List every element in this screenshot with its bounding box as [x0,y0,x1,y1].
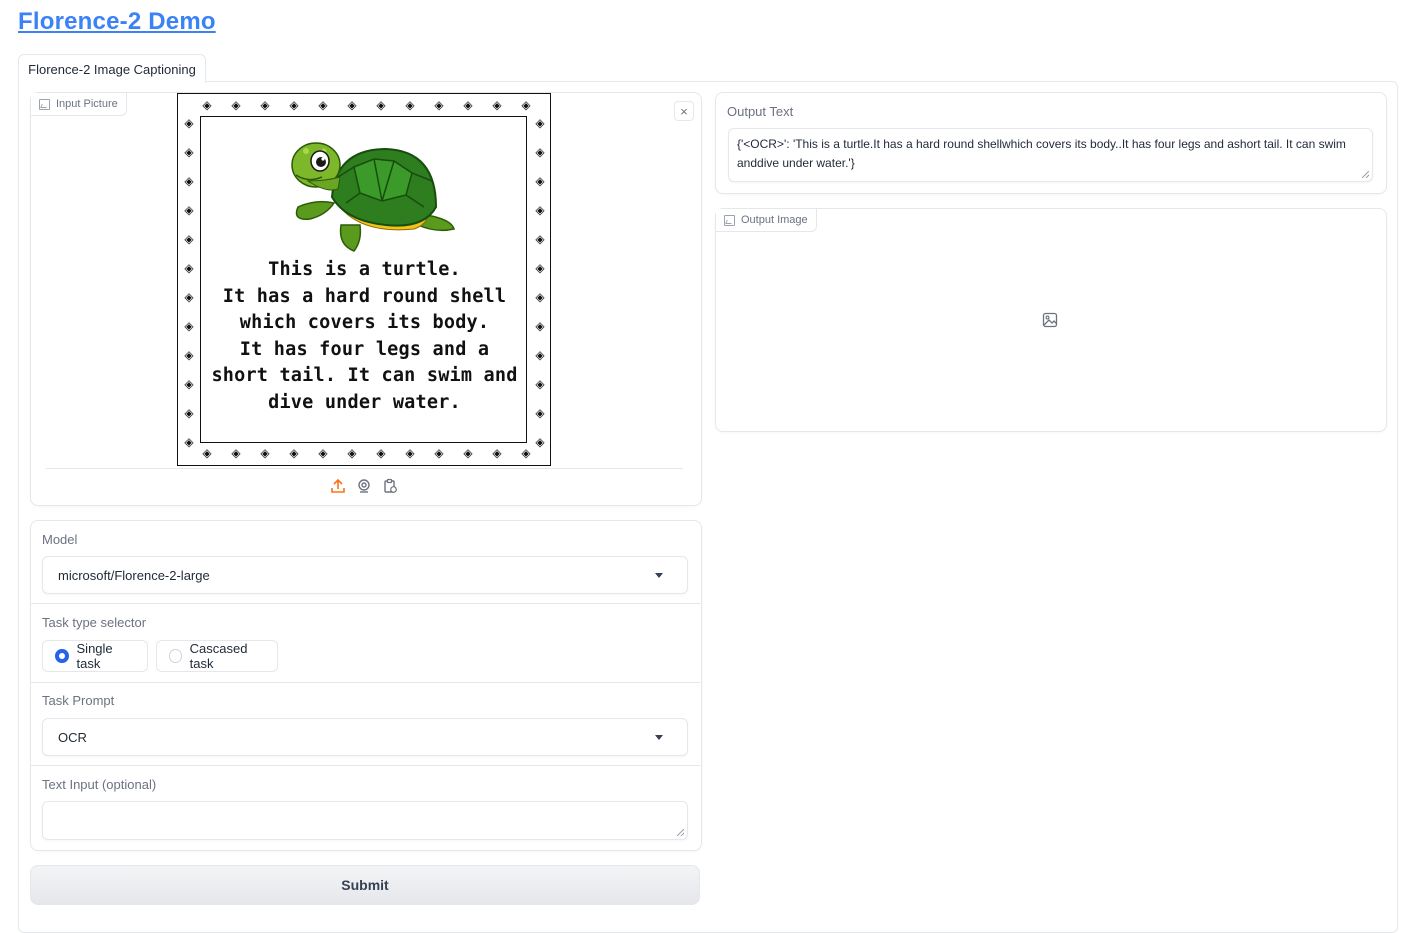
border-ornament: ◈ [535,290,545,304]
border-ornament: ◈ [231,446,241,460]
border-ornament: ◈ [184,290,194,304]
border-ornament: ◈ [521,446,531,460]
border-ornament: ◈ [376,446,386,460]
output-text-label: Output Text [727,104,794,119]
border-ornament: ◈ [463,98,473,112]
border-ornament: ◈ [535,348,545,362]
border-ornament: ◈ [318,446,328,460]
border-ornament: ◈ [535,232,545,246]
border-ornament: ◈ [463,446,473,460]
border-ornament: ◈ [184,232,194,246]
input-picture-label: Input Picture [31,93,127,116]
image-placeholder-icon [1042,312,1058,328]
input-image: ◈ ◈ ◈ ◈ ◈ ◈ ◈ ◈ ◈ ◈ ◈ ◈ ◈ ◈ ◈ ◈ ◈ ◈ ◈ ◈ ◈ ◈ ◈ ◈ ◈ ◈ ◈ ◈ ◈ ◈ ◈ ◈ ◈ ◈ ◈ ◈ ◈ ◈ ◈ ◈… [177,93,551,466]
model-label: Model [42,532,78,547]
border-ornament: ◈ [535,261,545,275]
border-ornament: ◈ [202,446,212,460]
caption-line: This is a turtle. [268,259,461,280]
section-divider [31,682,700,683]
border-ornament: ◈ [492,98,502,112]
border-ornament: ◈ [289,446,299,460]
caption-line: dive under water. [268,391,461,413]
chevron-down-icon [655,573,663,578]
border-ornament: ◈ [184,145,194,159]
border-ornament: ◈ [184,406,194,420]
caption-line: It has a hard round shell [222,285,507,307]
text-input-label: Text Input (optional) [42,777,157,792]
tab-image-captioning[interactable]: Florence-2 Image Captioning [18,54,206,83]
clipboard-icon[interactable] [382,478,398,494]
radio-single-task[interactable]: Single task [42,640,148,672]
caption-line: It has four legs and a [239,338,490,360]
task-prompt-value: OCR [58,729,87,745]
clear-image-button[interactable]: × [674,101,694,121]
image-icon [39,98,50,110]
radio-unselected-indicator [169,649,182,663]
resize-handle[interactable] [677,829,684,836]
webcam-icon[interactable] [356,478,372,494]
turtle-illustration [291,142,455,252]
section-divider [31,603,700,604]
border-ornament: ◈ [184,203,194,217]
border-ornament: ◈ [231,98,241,112]
border-ornament: ◈ [535,406,545,420]
border-ornament: ◈ [184,377,194,391]
output-text-value: {'<OCR>': 'This is a turtle.It has a har… [737,137,1346,170]
model-select-value: microsoft/Florence-2-large [58,567,210,583]
border-ornament: ◈ [347,98,357,112]
border-ornament: ◈ [184,348,194,362]
section-divider [31,765,700,766]
border-ornament: ◈ [434,446,444,460]
border-ornament: ◈ [535,203,545,217]
radio-label: Single task [76,641,113,671]
model-select[interactable]: microsoft/Florence-2-large [42,556,688,594]
image-caption-text: This is a turtle. It has a hard round sh… [201,257,528,416]
border-ornament: ◈ [535,435,545,449]
border-ornament: ◈ [318,98,328,112]
border-ornament: ◈ [184,116,194,130]
border-ornament: ◈ [434,98,444,112]
border-ornament: ◈ [405,98,415,112]
submit-button[interactable]: Submit [30,865,700,905]
chevron-down-icon [655,735,663,740]
border-ornament: ◈ [535,174,545,188]
border-ornament: ◈ [521,98,531,112]
border-ornament: ◈ [347,446,357,460]
border-ornament: ◈ [376,98,386,112]
output-image-label: Output Image [716,209,817,232]
border-ornament: ◈ [184,174,194,188]
border-ornament: ◈ [535,319,545,333]
page-title[interactable]: Florence-2 Demo [18,8,216,36]
border-ornament: ◈ [202,98,212,112]
task-type-label: Task type selector [42,615,147,630]
border-ornament: ◈ [535,377,545,391]
border-ornament: ◈ [260,98,270,112]
image-inner-frame: This is a turtle. It has a hard round sh… [200,116,527,443]
border-ornament: ◈ [535,145,545,159]
text-input-field[interactable] [42,801,688,840]
border-ornament: ◈ [260,446,270,460]
border-ornament: ◈ [492,446,502,460]
radio-cascaded-task[interactable]: Cascased task [156,640,278,672]
border-ornament: ◈ [405,446,415,460]
task-prompt-label: Task Prompt [42,693,115,708]
border-ornament: ◈ [535,116,545,130]
radio-selected-indicator [55,649,69,663]
border-ornament: ◈ [184,435,194,449]
upload-icon[interactable] [330,478,346,494]
image-source-toolbar [330,478,398,494]
task-prompt-select[interactable]: OCR [42,718,688,756]
border-ornament: ◈ [184,261,194,275]
caption-line: short tail. It can swim and [211,365,518,386]
border-ornament: ◈ [289,98,299,112]
radio-label: Cascased task [189,641,248,671]
border-ornament: ◈ [184,319,194,333]
image-icon [724,214,735,226]
caption-line: which covers its body. [239,312,490,333]
image-source-divider [46,468,683,469]
